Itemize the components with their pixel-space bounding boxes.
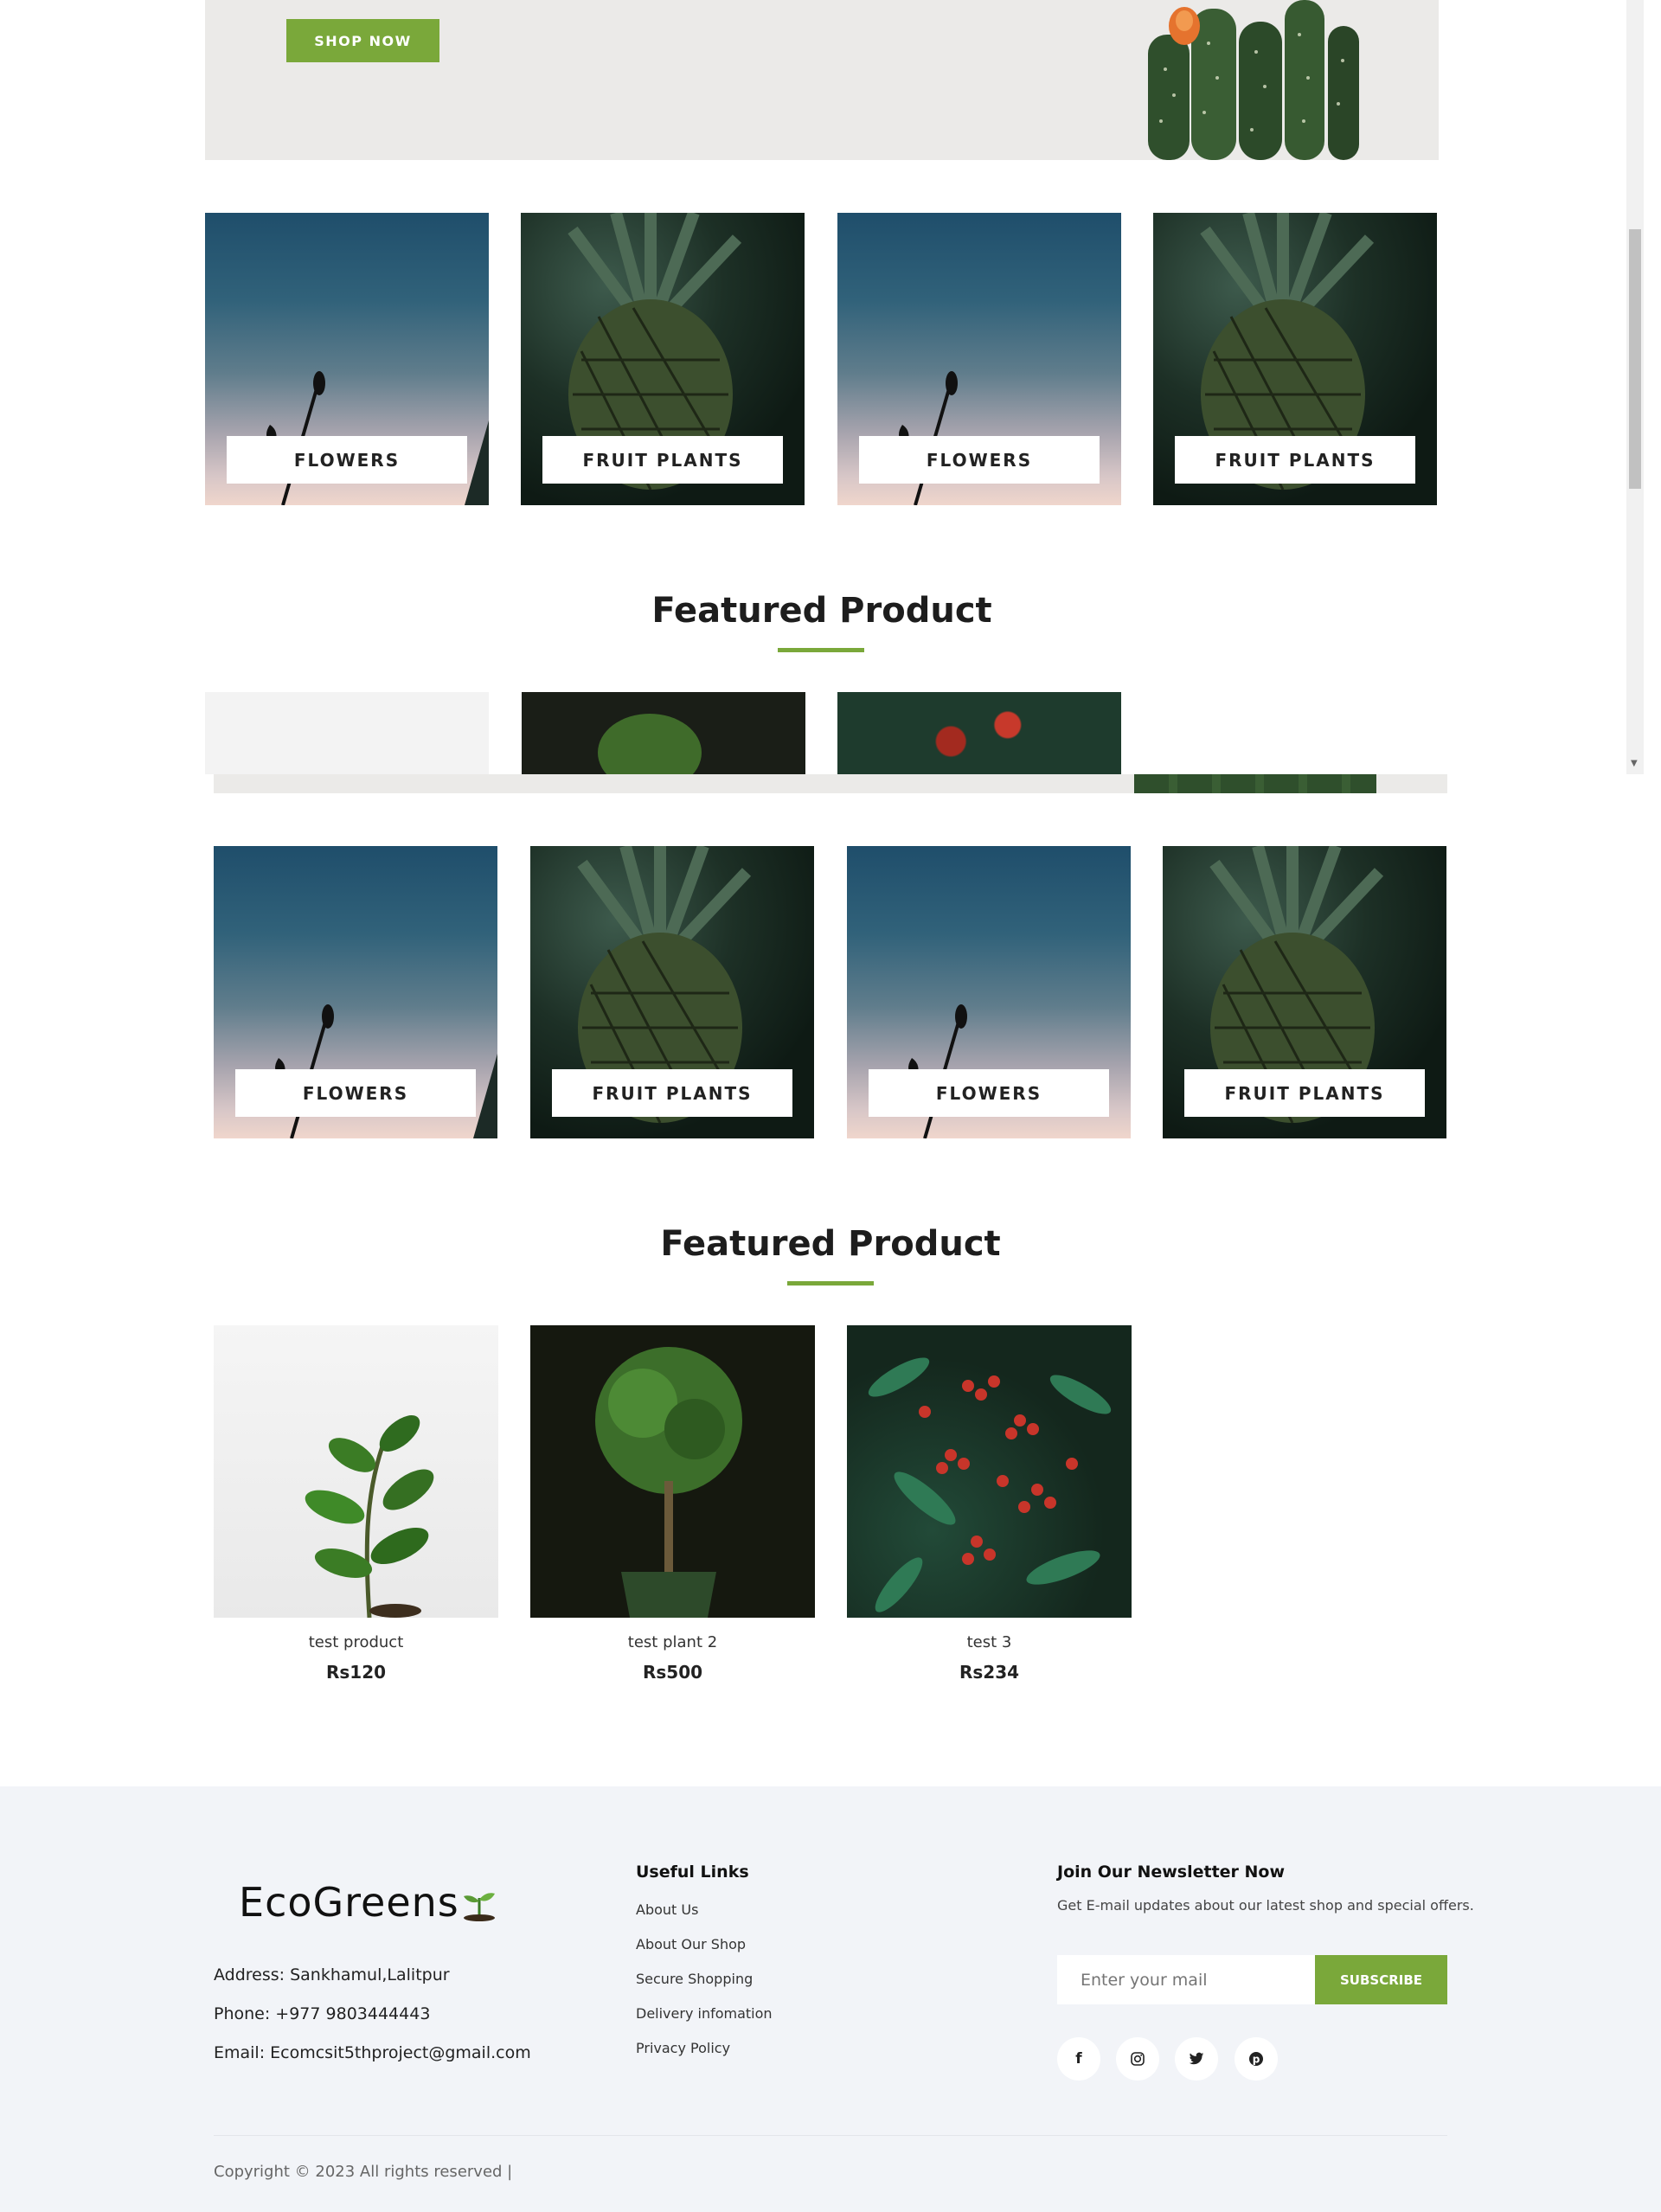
site-logo[interactable]: EcoGreens [239, 1879, 497, 1926]
category-card[interactable]: FRUIT PLANTS [1163, 846, 1446, 1138]
instagram-icon[interactable] [1116, 2037, 1159, 2081]
category-label: FRUIT PLANTS [1184, 1069, 1425, 1117]
product-price: Rs234 [959, 1662, 1020, 1683]
category-label: FLOWERS [235, 1069, 476, 1117]
category-card[interactable]: FRUIT PLANTS [1153, 213, 1437, 505]
product-name[interactable]: test 3 [847, 1633, 1132, 1651]
product-name[interactable]: test plant 2 [530, 1633, 815, 1651]
category-card[interactable]: FRUIT PLANTS [530, 846, 814, 1138]
category-card[interactable]: FLOWERS [205, 213, 489, 505]
category-card[interactable]: FLOWERS [847, 846, 1131, 1138]
footer-link-delivery[interactable]: Delivery infomation [636, 2005, 773, 2022]
newsletter-text: Get E-mail updates about our latest shop… [1057, 1897, 1474, 1914]
twitter-icon[interactable] [1175, 2037, 1218, 2081]
category-card[interactable]: FLOWERS [837, 213, 1121, 505]
category-label: FRUIT PLANTS [542, 436, 783, 484]
email-text: Email: Ecomcsit5thproject@gmail.com [214, 2043, 531, 2062]
category-card[interactable]: FLOWERS [214, 846, 497, 1138]
address-text: Address: Sankhamul,Lalitpur [214, 1965, 450, 1984]
product-image[interactable] [522, 692, 805, 774]
category-label: FLOWERS [227, 436, 467, 484]
hero-banner: SHOP NOW [205, 0, 1439, 160]
product-name[interactable]: test product [214, 1633, 498, 1651]
product-image[interactable] [837, 692, 1121, 774]
product-price: Rs500 [642, 1662, 703, 1683]
category-label: FRUIT PLANTS [552, 1069, 792, 1117]
footer-link-secure-shopping[interactable]: Secure Shopping [636, 1971, 753, 1987]
newsletter-title: Join Our Newsletter Now [1057, 1863, 1286, 1882]
category-label: FLOWERS [859, 436, 1100, 484]
plant-icon [305, 1415, 434, 1618]
subscribe-button[interactable]: SUBSCRIBE [1315, 1955, 1447, 2004]
scrollbar-thumb[interactable] [1629, 229, 1641, 489]
category-label: FLOWERS [869, 1069, 1109, 1117]
topiary-plant-icon [595, 1347, 742, 1618]
product-image[interactable] [530, 1325, 815, 1618]
title-underline [778, 648, 864, 652]
sprout-icon [463, 1893, 495, 1921]
product-price: Rs120 [325, 1662, 387, 1683]
title-underline [787, 1281, 874, 1286]
useful-links-title: Useful Links [636, 1863, 749, 1882]
hero-banner-bottom [214, 774, 1447, 793]
footer-divider [214, 2135, 1447, 2136]
footer: EcoGreens Address: Sankhamul,Lalitpur Ph… [0, 1786, 1661, 2212]
facebook-icon[interactable]: f [1057, 2037, 1100, 2081]
copyright-text: Copyright © 2023 All rights reserved | [214, 2163, 513, 2181]
scrollbar[interactable]: ▼ [1626, 0, 1644, 774]
product-card[interactable]: test 3 Rs234 [847, 1325, 1132, 1683]
cactus-image [1148, 0, 1359, 160]
category-label: FRUIT PLANTS [1175, 436, 1415, 484]
logo-text: EcoGreens [239, 1879, 459, 1926]
section-title: Featured Product [660, 1224, 1001, 1264]
footer-link-privacy[interactable]: Privacy Policy [636, 2040, 730, 2056]
product-card[interactable]: test plant 2 Rs500 [530, 1325, 815, 1683]
category-card[interactable]: FRUIT PLANTS [521, 213, 805, 505]
phone-text: Phone: +977 9803444443 [214, 2004, 431, 2023]
berry-plant-icon [868, 1357, 1112, 1613]
product-image[interactable] [214, 1325, 498, 1618]
product-image[interactable] [205, 692, 489, 774]
footer-link-about-shop[interactable]: About Our Shop [636, 1936, 746, 1952]
pinterest-icon[interactable]: p [1235, 2037, 1278, 2081]
product-image[interactable] [847, 1325, 1132, 1618]
scroll-down-arrow-icon[interactable]: ▼ [1631, 760, 1638, 768]
svg-text:p: p [1253, 2054, 1260, 2066]
newsletter-email-input[interactable] [1057, 1955, 1315, 2004]
pane-top: SHOP NOW FLOWERS FRUIT PLANTS FLOWERS FR… [0, 0, 1644, 774]
section-title: Featured Product [651, 591, 992, 631]
product-card[interactable]: test product Rs120 [214, 1325, 498, 1683]
footer-link-about-us[interactable]: About Us [636, 1901, 698, 1918]
shop-now-button[interactable]: SHOP NOW [286, 19, 439, 62]
